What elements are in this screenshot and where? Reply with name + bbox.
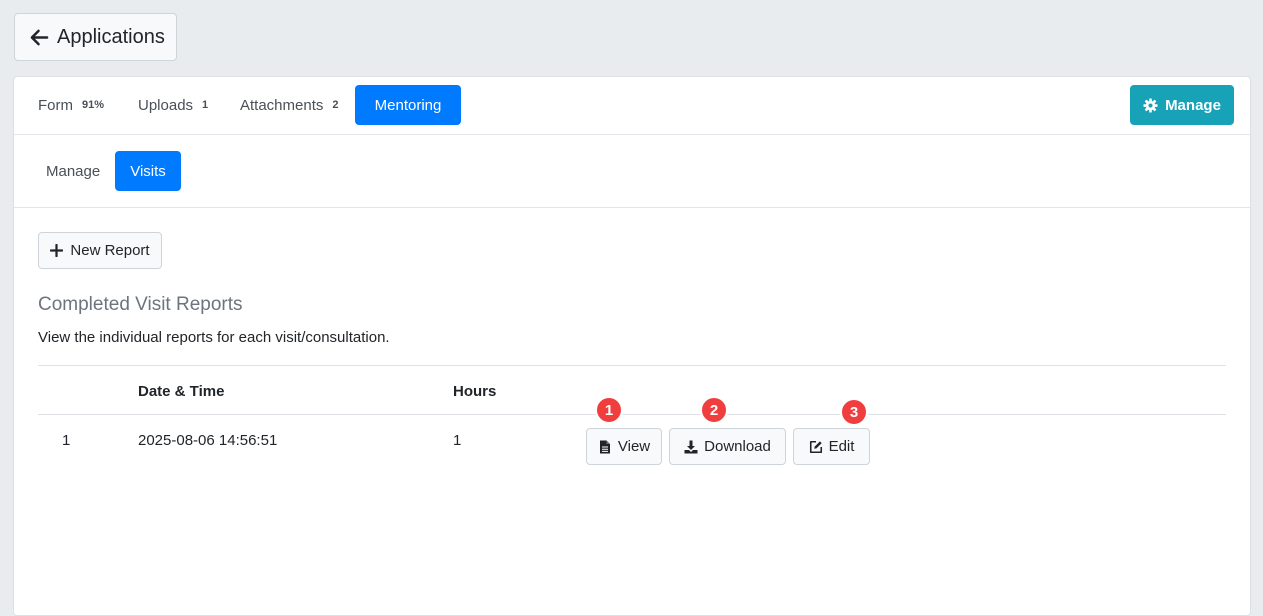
tab-attachments-label: Attachments bbox=[240, 96, 324, 114]
tab-attachments-badge: 2 bbox=[332, 99, 339, 111]
subtab-visits[interactable]: Visits bbox=[115, 151, 181, 191]
tab-uploads[interactable]: Uploads 1 bbox=[138, 85, 208, 125]
download-button-label: Download bbox=[704, 438, 771, 455]
application-card: Form 91% Uploads 1 Attachments 2 Mentori… bbox=[13, 76, 1251, 616]
new-report-label: New Report bbox=[70, 242, 150, 259]
new-report-button[interactable]: New Report bbox=[38, 232, 162, 269]
arrow-left-icon bbox=[30, 29, 49, 45]
table-row: 1 2025-08-06 14:56:51 1 View Download Ed… bbox=[38, 415, 1226, 475]
back-applications-button[interactable]: Applications bbox=[14, 13, 177, 61]
tab-mentoring[interactable]: Mentoring bbox=[355, 85, 461, 125]
tab-form-label: Form bbox=[38, 96, 73, 114]
row-hours: 1 bbox=[453, 432, 462, 449]
column-header-hours: Hours bbox=[453, 383, 497, 400]
section-description: View the individual reports for each vis… bbox=[38, 329, 390, 346]
view-button[interactable]: View bbox=[586, 428, 662, 465]
edit-button-label: Edit bbox=[828, 438, 855, 455]
view-button-label: View bbox=[617, 438, 651, 455]
marker-2: 2 bbox=[700, 396, 728, 424]
table-header: Date & Time Hours bbox=[38, 366, 1226, 415]
gear-icon bbox=[1143, 97, 1158, 113]
subtab-manage-label: Manage bbox=[46, 162, 101, 180]
file-icon bbox=[599, 440, 610, 453]
manage-button-label: Manage bbox=[1165, 96, 1221, 114]
download-button[interactable]: Download bbox=[669, 428, 786, 465]
tab-attachments[interactable]: Attachments 2 bbox=[240, 85, 339, 125]
manage-button[interactable]: Manage bbox=[1130, 85, 1234, 125]
marker-3: 3 bbox=[840, 398, 868, 426]
row-index: 1 bbox=[62, 432, 71, 449]
section-title: Completed Visit Reports bbox=[38, 294, 243, 315]
marker-1: 1 bbox=[595, 396, 623, 424]
edit-icon bbox=[809, 440, 822, 453]
download-icon bbox=[684, 440, 698, 453]
column-header-datetime: Date & Time bbox=[138, 383, 225, 400]
main-tabs: Form 91% Uploads 1 Attachments 2 Mentori… bbox=[14, 77, 1250, 135]
back-button-label: Applications bbox=[57, 25, 165, 48]
row-datetime: 2025-08-06 14:56:51 bbox=[138, 432, 278, 449]
visit-reports-table: Date & Time Hours 1 2025-08-06 14:56:51 … bbox=[38, 365, 1226, 475]
tab-form-badge: 91% bbox=[82, 99, 105, 111]
sub-tabs: Manage Visits bbox=[14, 135, 1250, 208]
subtab-manage[interactable]: Manage bbox=[46, 151, 100, 191]
tab-mentoring-label: Mentoring bbox=[374, 96, 442, 114]
edit-button[interactable]: Edit bbox=[793, 428, 870, 465]
plus-icon bbox=[50, 244, 64, 257]
tab-uploads-badge: 1 bbox=[202, 99, 209, 111]
subtab-visits-label: Visits bbox=[130, 162, 166, 180]
tab-form[interactable]: Form 91% bbox=[38, 85, 104, 125]
tab-uploads-label: Uploads bbox=[138, 96, 194, 114]
